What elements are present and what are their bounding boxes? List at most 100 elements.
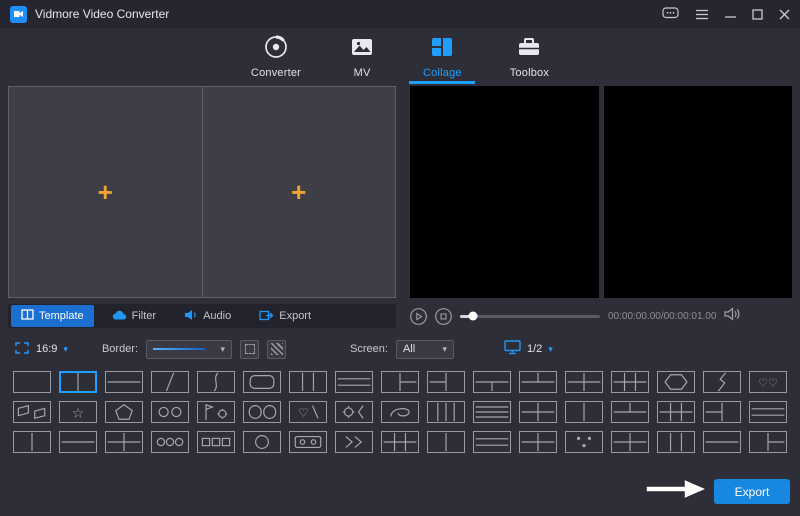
close-button[interactable] bbox=[779, 9, 790, 20]
template-option-ffwd[interactable] bbox=[335, 431, 373, 453]
window-title: Vidmore Video Converter bbox=[35, 7, 170, 21]
mv-icon bbox=[349, 34, 375, 63]
main-nav: Converter MV Collage Toolbox bbox=[0, 28, 800, 84]
template-option-dots[interactable] bbox=[565, 431, 603, 453]
template-option-tape[interactable] bbox=[289, 431, 327, 453]
screen-value: All bbox=[402, 343, 416, 355]
template-option-h2[interactable] bbox=[703, 431, 741, 453]
template-option-t2b1[interactable] bbox=[611, 401, 649, 423]
tab-mv-label: MV bbox=[353, 67, 371, 79]
seek-handle[interactable] bbox=[468, 311, 478, 321]
template-option-grid4[interactable] bbox=[519, 401, 557, 423]
annotation-arrow bbox=[644, 476, 710, 507]
template-option-t2b1[interactable] bbox=[519, 371, 557, 393]
menu-icon[interactable] bbox=[695, 9, 709, 20]
subtab-export[interactable]: Export bbox=[249, 306, 321, 327]
seek-slider[interactable] bbox=[460, 311, 600, 321]
minimize-button[interactable] bbox=[725, 9, 736, 20]
subtab-audio[interactable]: Audio bbox=[174, 306, 241, 327]
preview-area bbox=[410, 86, 792, 298]
template-option-h2[interactable] bbox=[59, 431, 97, 453]
template-option-grid4[interactable] bbox=[565, 371, 603, 393]
template-option-heartcut[interactable]: ♡ bbox=[289, 401, 327, 423]
template-option-diag[interactable] bbox=[151, 371, 189, 393]
template-option-swirl[interactable] bbox=[381, 401, 419, 423]
border-dash-button[interactable] bbox=[240, 339, 260, 359]
template-option-h2[interactable] bbox=[105, 371, 143, 393]
template-option-v2[interactable] bbox=[59, 371, 97, 393]
template-option-grid4[interactable] bbox=[611, 431, 649, 453]
tab-toolbox[interactable]: Toolbox bbox=[510, 34, 549, 84]
template-option-l1r2[interactable] bbox=[749, 431, 787, 453]
template-option-l2r1[interactable] bbox=[427, 371, 465, 393]
template-option-star[interactable]: ☆ bbox=[59, 401, 97, 423]
template-option-l1r2[interactable] bbox=[381, 371, 419, 393]
template-option-v2[interactable] bbox=[13, 431, 51, 453]
stop-button[interactable] bbox=[435, 307, 452, 325]
template-option-hexagon[interactable] bbox=[657, 371, 695, 393]
template-option-v2[interactable] bbox=[427, 431, 465, 453]
screen-dropdown[interactable]: All ▾ bbox=[395, 339, 454, 359]
template-option-v2[interactable] bbox=[565, 401, 603, 423]
template-option-zigzag[interactable] bbox=[703, 371, 741, 393]
template-option-circle1[interactable] bbox=[243, 431, 281, 453]
add-video-icon: + bbox=[291, 177, 307, 207]
collage-icon bbox=[429, 34, 455, 63]
toolbox-icon bbox=[516, 34, 542, 63]
template-option-squares3[interactable] bbox=[197, 431, 235, 453]
template-option-h4[interactable] bbox=[473, 401, 511, 423]
collage-slot-2[interactable]: + bbox=[201, 87, 395, 297]
tab-converter[interactable]: Converter bbox=[251, 34, 301, 84]
template-option-h3[interactable] bbox=[473, 431, 511, 453]
template-option-banner[interactable] bbox=[13, 401, 51, 423]
tab-mv[interactable]: MV bbox=[349, 34, 375, 84]
template-option-v3[interactable] bbox=[289, 371, 327, 393]
border-color-button[interactable] bbox=[267, 339, 287, 359]
template-option-h3[interactable] bbox=[749, 401, 787, 423]
page-control[interactable]: 1/2 ▾ bbox=[504, 340, 553, 358]
template-option-gearangle[interactable] bbox=[335, 401, 373, 423]
chevron-down-icon: ▾ bbox=[548, 343, 553, 354]
subtab-filter-label: Filter bbox=[131, 310, 157, 322]
template-option-circles3[interactable] bbox=[151, 431, 189, 453]
tab-collage[interactable]: Collage bbox=[423, 34, 462, 84]
template-option-blank[interactable] bbox=[13, 371, 51, 393]
template-option-hearts[interactable]: ♡♡ bbox=[749, 371, 787, 393]
export-tab-icon bbox=[259, 309, 274, 324]
subtab-filter[interactable]: Filter bbox=[102, 306, 166, 327]
editor-subtabs: Template Filter Audio Export bbox=[8, 304, 396, 328]
template-option-v4[interactable] bbox=[427, 401, 465, 423]
template-option-h3[interactable] bbox=[335, 371, 373, 393]
subtab-template[interactable]: Template bbox=[11, 305, 94, 327]
template-option-pentagon[interactable] bbox=[105, 401, 143, 423]
template-option-grid6[interactable] bbox=[381, 431, 419, 453]
template-option-t1b2[interactable] bbox=[473, 371, 511, 393]
template-option-curve[interactable] bbox=[197, 371, 235, 393]
template-option-grid4[interactable] bbox=[519, 431, 557, 453]
template-option-v3[interactable] bbox=[657, 431, 695, 453]
template-option-circles2[interactable] bbox=[151, 401, 189, 423]
template-option-oo[interactable] bbox=[243, 401, 281, 423]
maximize-button[interactable] bbox=[752, 8, 763, 20]
template-option-grid4[interactable] bbox=[105, 431, 143, 453]
audio-speaker-icon bbox=[184, 309, 198, 324]
volume-icon[interactable] bbox=[724, 306, 742, 326]
svg-text:☆: ☆ bbox=[72, 405, 84, 421]
app-window: Vidmore Video Converter Converter MV Col… bbox=[0, 0, 800, 516]
aspect-ratio-value: 16:9 bbox=[36, 343, 58, 355]
time-display: 00:00:00.00/00:00:01.00 bbox=[608, 310, 717, 322]
filter-cloud-icon bbox=[112, 309, 127, 324]
feedback-icon[interactable] bbox=[662, 7, 679, 21]
screen-label: Screen: bbox=[350, 343, 388, 355]
export-button[interactable]: Export bbox=[714, 479, 790, 504]
template-option-grid6[interactable] bbox=[611, 371, 649, 393]
collage-slot-1[interactable]: + bbox=[9, 87, 202, 297]
aspect-ratio-control[interactable]: 16:9 ▾ bbox=[14, 341, 68, 358]
border-style-dropdown[interactable]: ▾ bbox=[146, 339, 233, 359]
template-option-flaggear[interactable] bbox=[197, 401, 235, 423]
template-option-l2r1[interactable] bbox=[703, 401, 741, 423]
template-option-grid6[interactable] bbox=[657, 401, 695, 423]
template-option-rounded[interactable] bbox=[243, 371, 281, 393]
player-controls: 00:00:00.00/00:00:01.00 bbox=[410, 306, 792, 326]
play-button[interactable] bbox=[410, 307, 427, 325]
